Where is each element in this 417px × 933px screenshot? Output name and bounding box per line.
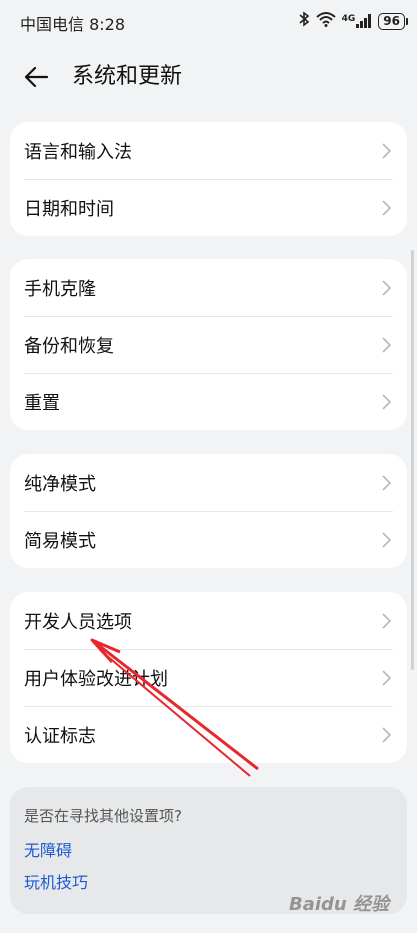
list-item-label: 手机克隆 (24, 278, 96, 300)
list-item-user-experience[interactable]: 用户体验改进计划 (10, 649, 407, 706)
back-button[interactable] (20, 62, 52, 92)
watermark: Baidu 经验 (288, 894, 389, 915)
list-item-label: 认证标志 (24, 725, 96, 747)
list-item-phone-clone[interactable]: 手机克隆 (10, 259, 407, 316)
list-item-label: 简易模式 (24, 530, 96, 552)
chevron-right-icon (382, 474, 391, 491)
list-item-simple-mode[interactable]: 简易模式 (10, 511, 407, 568)
chevron-right-icon (382, 531, 391, 548)
chevron-right-icon (382, 279, 391, 296)
list-item-label: 备份和恢复 (24, 335, 114, 357)
list-item-label: 日期和时间 (24, 198, 114, 220)
list-item-label: 纯净模式 (24, 473, 96, 495)
settings-group-3: 纯净模式 简易模式 (10, 454, 407, 568)
chevron-right-icon (382, 336, 391, 353)
network-type: 4G (341, 14, 356, 24)
status-bar: 中国电信 8:28 4G 96 (0, 0, 417, 42)
tips-link[interactable]: 玩机技巧 (24, 869, 88, 893)
battery-indicator: 96 (378, 12, 408, 30)
settings-group-4: 开发人员选项 用户体验改进计划 认证标志 (10, 592, 407, 763)
list-item-reset[interactable]: 重置 (10, 373, 407, 430)
list-item-date-time[interactable]: 日期和时间 (10, 179, 407, 236)
chevron-right-icon (382, 393, 391, 410)
list-item-label: 语言和输入法 (24, 141, 132, 163)
list-item-language-input[interactable]: 语言和输入法 (10, 122, 407, 179)
scrollbar[interactable] (411, 250, 414, 670)
header: 系统和更新 (0, 52, 417, 102)
signal-icon: 4G (342, 14, 373, 28)
list-item-certification[interactable]: 认证标志 (10, 706, 407, 763)
chevron-right-icon (382, 669, 391, 686)
carrier-time: 中国电信 8:28 (20, 15, 126, 34)
list-item-label: 重置 (24, 392, 60, 414)
chevron-right-icon (382, 726, 391, 743)
chevron-right-icon (382, 199, 391, 216)
page-title: 系统和更新 (72, 64, 183, 89)
list-item-developer-options[interactable]: 开发人员选项 (10, 592, 407, 649)
list-item-label: 开发人员选项 (24, 611, 132, 633)
accessibility-link[interactable]: 无障碍 (24, 837, 72, 861)
bluetooth-icon (298, 11, 310, 31)
suggestion-title: 是否在寻找其他设置项? (24, 807, 182, 825)
list-item-label: 用户体验改进计划 (24, 668, 168, 690)
settings-group-2: 手机克隆 备份和恢复 重置 (10, 259, 407, 430)
status-icons: 4G 96 (298, 10, 408, 32)
arrow-left-icon (24, 66, 49, 88)
chevron-right-icon (382, 612, 391, 629)
list-item-backup-restore[interactable]: 备份和恢复 (10, 316, 407, 373)
settings-group-1: 语言和输入法 日期和时间 (10, 122, 407, 236)
chevron-right-icon (382, 142, 391, 159)
list-item-pure-mode[interactable]: 纯净模式 (10, 454, 407, 511)
wifi-icon (315, 11, 336, 31)
